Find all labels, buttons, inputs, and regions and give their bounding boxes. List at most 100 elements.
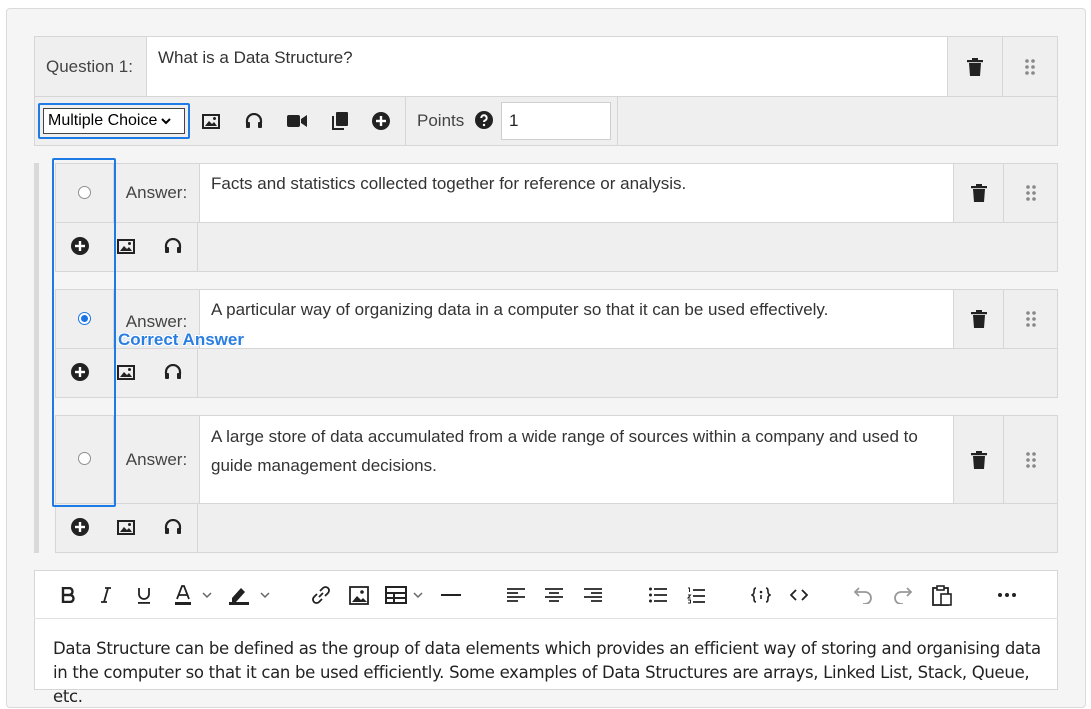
headphones-icon	[164, 364, 182, 379]
align-right-icon	[584, 588, 602, 602]
answer-3-drag-handle[interactable]	[1003, 415, 1058, 504]
more-horizontal-icon	[998, 593, 1016, 597]
numbered-list-button[interactable]	[683, 582, 709, 608]
editor-toolbar-divider	[34, 618, 1058, 619]
clipboard-icon	[932, 584, 952, 606]
copy-button[interactable]	[327, 108, 353, 134]
question-type-select[interactable]: Multiple Choice	[43, 108, 185, 134]
link-icon	[312, 586, 330, 604]
text-color-button[interactable]	[170, 582, 218, 608]
add-audio-button[interactable]	[241, 108, 267, 134]
table-button[interactable]	[384, 582, 426, 608]
answer-3-audio-button[interactable]	[161, 515, 185, 539]
trash-icon	[970, 310, 987, 328]
highlight-color-button[interactable]	[226, 582, 274, 608]
answer-1-drag-handle[interactable]	[1003, 163, 1058, 223]
redo-icon	[894, 587, 913, 604]
paste-button[interactable]	[929, 582, 955, 608]
answer-1-tools-filler	[197, 222, 1058, 272]
align-center-button[interactable]	[541, 582, 567, 608]
radio-button	[77, 451, 91, 465]
question-label: Question 1:	[34, 36, 147, 97]
underline-button[interactable]	[132, 582, 156, 608]
add-video-button[interactable]	[284, 108, 310, 134]
chevron-down-icon	[161, 117, 172, 124]
answer-3-delete-button[interactable]	[953, 415, 1004, 504]
answer-3-radio[interactable]	[76, 450, 92, 466]
answer-3-add-button[interactable]	[68, 515, 92, 539]
undo-icon	[853, 587, 872, 604]
underline-icon	[138, 587, 150, 604]
video-camera-icon	[287, 115, 307, 127]
editor-content[interactable]: Data Structure can be defined as the gro…	[53, 637, 1043, 709]
source-code-button[interactable]	[786, 582, 812, 608]
answer-1-text-field[interactable]: Facts and statistics collected together …	[199, 163, 954, 223]
horizontal-line-icon	[441, 594, 461, 596]
plus-circle-icon	[71, 363, 89, 381]
bold-button[interactable]	[56, 582, 80, 608]
align-right-button[interactable]	[580, 582, 606, 608]
drag-handle-icon	[1025, 451, 1036, 468]
link-button[interactable]	[308, 582, 334, 608]
highlighter-icon	[229, 588, 270, 605]
answer-2-add-button[interactable]	[68, 360, 92, 384]
bullet-list-button[interactable]	[645, 582, 671, 608]
correct-answer-annotation: Correct Answer	[118, 330, 244, 349]
image-icon	[117, 364, 135, 380]
answer-2-image-button[interactable]	[114, 360, 138, 384]
align-left-icon	[507, 588, 525, 602]
answer-2-drag-handle[interactable]	[1003, 289, 1058, 349]
answer-2-audio-button[interactable]	[161, 360, 185, 384]
add-option-button[interactable]	[368, 108, 394, 134]
answers-left-bar	[34, 163, 39, 553]
answer-3-text-field[interactable]: A large store of data accumulated from a…	[199, 415, 954, 504]
table-icon	[385, 586, 423, 604]
answer-2-radio[interactable]	[76, 310, 92, 326]
answer-1-radio[interactable]	[76, 184, 92, 200]
align-left-button[interactable]	[503, 582, 529, 608]
image-icon	[117, 238, 135, 254]
toolbar-filler	[617, 96, 1058, 146]
answer-1-image-button[interactable]	[114, 234, 138, 258]
undo-button[interactable]	[850, 582, 876, 608]
numbered-list-icon	[687, 587, 705, 603]
headphones-icon	[245, 113, 263, 128]
answer-2-tools-filler	[197, 348, 1058, 398]
headphones-icon	[164, 519, 182, 534]
drag-question-handle[interactable]	[1002, 36, 1058, 97]
points-help-button[interactable]	[474, 110, 494, 130]
redo-button[interactable]	[890, 582, 916, 608]
italic-icon	[101, 587, 111, 603]
trash-icon	[970, 184, 987, 202]
more-options-button[interactable]	[993, 582, 1021, 608]
add-image-button[interactable]	[198, 108, 224, 134]
plus-circle-icon	[71, 518, 89, 536]
image-icon	[117, 519, 135, 535]
question-type-value: Multiple Choice	[48, 112, 158, 129]
trash-icon	[967, 57, 983, 76]
points-input[interactable]: 1	[501, 102, 611, 140]
answer-1-delete-button[interactable]	[953, 163, 1004, 223]
points-label: Points	[417, 111, 465, 130]
answer-3-image-button[interactable]	[114, 515, 138, 539]
horizontal-line-button[interactable]	[438, 582, 464, 608]
insert-image-button[interactable]	[346, 582, 372, 608]
answer-1-add-button[interactable]	[68, 234, 92, 258]
image-icon	[349, 585, 369, 605]
question-text-field[interactable]: What is a Data Structure?	[146, 36, 948, 97]
delete-question-button[interactable]	[947, 36, 1003, 97]
italic-button[interactable]	[94, 582, 118, 608]
formula-button[interactable]	[748, 582, 774, 608]
answer-2-delete-button[interactable]	[953, 289, 1004, 349]
drag-handle-icon	[1025, 185, 1036, 201]
image-icon	[202, 113, 220, 129]
answer-1-label: Answer:	[113, 163, 200, 223]
text-color-icon	[175, 585, 212, 605]
trash-icon	[970, 450, 987, 469]
plus-circle-icon	[71, 237, 89, 255]
answer-3-tools-filler	[197, 503, 1058, 553]
bullet-list-icon	[649, 587, 667, 603]
code-braces-icon	[751, 587, 771, 603]
answer-2-text-field[interactable]: A particular way of organizing data in a…	[199, 289, 954, 349]
answer-1-audio-button[interactable]	[161, 234, 185, 258]
